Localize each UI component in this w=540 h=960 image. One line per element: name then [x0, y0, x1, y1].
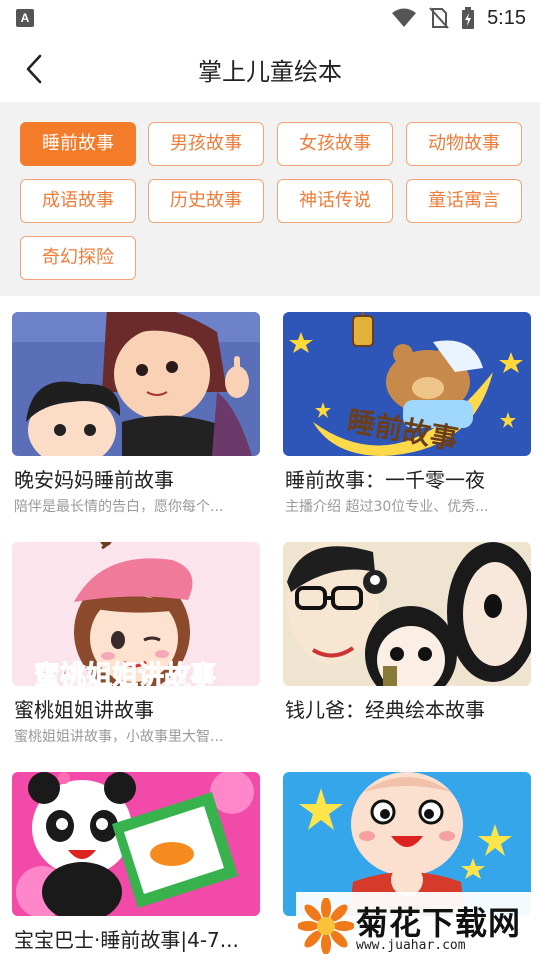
tag-myths-legends[interactable]: 神话传说	[277, 179, 393, 223]
album-title: 晚安妈妈睡前故事	[14, 468, 174, 492]
no-sim-icon	[429, 7, 449, 29]
status-icons: 5:15	[391, 6, 526, 30]
category-tag-panel: 睡前故事 男孩故事 女孩故事 动物故事 成语故事 历史故事 神话传说 童话寓言 …	[0, 102, 540, 296]
album-title: 蜜桃姐姐讲故事	[14, 698, 154, 722]
tag-fantasy-adventure[interactable]: 奇幻探险	[20, 236, 136, 280]
album-cover-peach-sister: 蜜桃姐姐讲故事	[12, 542, 260, 686]
status-bar: A 5:15	[0, 0, 540, 36]
tag-idiom-stories[interactable]: 成语故事	[20, 179, 136, 223]
album-cover-family-portrait	[283, 542, 531, 686]
album-description: 主播介绍 超过30位专业、优秀...	[285, 499, 489, 515]
tag-girl-stories[interactable]: 女孩故事	[277, 122, 393, 166]
album-card[interactable]: 晚安妈妈睡前故事 陪伴是最长情的告白，愿你每个...	[12, 296, 260, 516]
album-description: 陪伴是最长情的告白，愿你每个...	[14, 499, 224, 515]
tag-animal-stories[interactable]: 动物故事	[406, 122, 522, 166]
battery-charging-icon	[462, 7, 475, 29]
album-cover-baby-panda-book	[12, 772, 260, 916]
album-card[interactable]: 宝宝巴士·睡前故事|4-7...	[12, 756, 260, 960]
flower-logo	[298, 898, 354, 954]
app-header: 掌上儿童绘本	[0, 36, 540, 102]
wifi-icon	[392, 8, 417, 27]
album-card[interactable]: 蜜桃姐姐讲故事 蜜桃姐姐讲故事 蜜桃姐姐讲故事，小故事里大智...	[12, 526, 260, 746]
app-notification-icon: A	[16, 9, 34, 27]
album-card[interactable]: 睡前故事 睡前故事：一千零一夜 主播介绍 超过30位专业、优秀...	[283, 296, 531, 516]
tag-history-stories[interactable]: 历史故事	[148, 179, 264, 223]
tag-fairy-tales-fables[interactable]: 童话寓言	[406, 179, 522, 223]
tag-bedtime-stories[interactable]: 睡前故事	[20, 122, 136, 166]
album-title: 钱儿爸：经典绘本故事	[285, 698, 485, 722]
album-description: 蜜桃姐姐讲故事，小故事里大智...	[14, 729, 224, 745]
watermark-url: www.juahar.com	[356, 938, 466, 953]
album-card[interactable]: 钱儿爸：经典绘本故事	[283, 526, 531, 746]
page-title: 掌上儿童绘本	[198, 58, 342, 86]
album-title: 宝宝巴士·睡前故事|4-7...	[14, 928, 239, 952]
watermark: 菊花下载网 www.juahar.com	[296, 892, 540, 960]
album-grid: 晚安妈妈睡前故事 陪伴是最长情的告白，愿你每个... 睡前故事 睡前故事：一千零…	[0, 296, 540, 960]
clock: 5:15	[487, 6, 526, 29]
cover-caption: 蜜桃姐姐讲故事	[34, 660, 216, 686]
album-title: 睡前故事：一千零一夜	[285, 468, 485, 492]
album-cover-mom-child	[12, 312, 260, 456]
album-cover-moon-bear: 睡前故事	[283, 312, 531, 456]
tag-boy-stories[interactable]: 男孩故事	[148, 122, 264, 166]
